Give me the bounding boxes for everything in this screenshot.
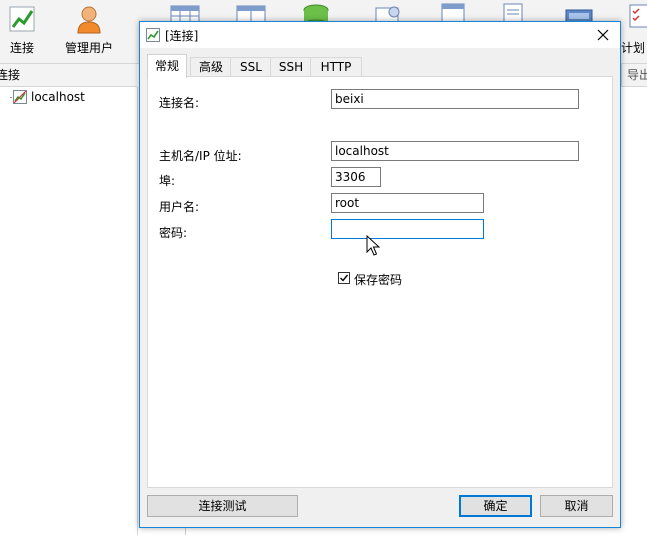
schedule-icon[interactable] [627,2,647,28]
save-password-checkbox[interactable] [338,272,350,284]
connections-header-label: 连接 [0,68,21,82]
connection-name-input[interactable] [331,89,579,109]
connection-name-label: 连接名: [159,96,200,110]
port-label: 埠: [159,174,176,188]
manage-users-button[interactable]: 管理用户 [60,0,118,62]
username-input[interactable] [331,193,484,213]
save-password-label: 保存密码 [354,273,403,287]
tree-item-label: localhost [31,90,85,104]
password-input[interactable] [331,219,484,239]
connect-button[interactable]: 连接 [0,0,44,62]
connection-icon [13,90,27,104]
close-icon [597,29,609,41]
connections-panel-header: 连接 [0,64,137,87]
user-icon [77,6,101,34]
export-label: 导出 [627,68,647,82]
connections-tree: localhost [0,87,138,535]
tab-general[interactable]: 常规 [147,54,187,78]
tab-http[interactable]: HTTP [310,57,362,77]
test-connection-button[interactable]: 连接测试 [147,495,298,517]
export-header[interactable]: 导出 [621,64,647,87]
host-input[interactable] [331,141,579,161]
manage-users-label: 管理用户 [64,41,113,55]
close-button[interactable] [592,25,614,45]
mouse-cursor-icon [366,235,380,256]
connection-dialog: [连接] 常规 高级 SSL SSH HTTP 连接名: 主机名/IP 位址: … [139,21,621,528]
cancel-button[interactable]: 取消 [540,495,613,517]
dialog-title: [连接] [165,29,199,43]
host-label: 主机名/IP 位址: [159,149,242,163]
ok-button[interactable]: 确定 [459,495,532,517]
username-label: 用户名: [159,200,200,214]
tab-ssl[interactable]: SSL [230,57,272,77]
password-label: 密码: [159,226,188,240]
tab-ssh[interactable]: SSH [270,57,312,77]
port-input[interactable] [331,167,381,187]
tab-advanced[interactable]: 高级 [190,57,232,77]
connection-icon [9,6,35,32]
schedule-label[interactable]: 计划 [621,39,645,56]
connection-icon [146,28,160,42]
general-tab-panel: 连接名: 主机名/IP 位址: 埠: 用户名: 密码: 保存密码 [147,76,613,488]
checkmark-icon [340,274,349,282]
connect-label: 连接 [9,41,34,55]
dialog-titlebar[interactable]: [连接] [140,22,620,48]
